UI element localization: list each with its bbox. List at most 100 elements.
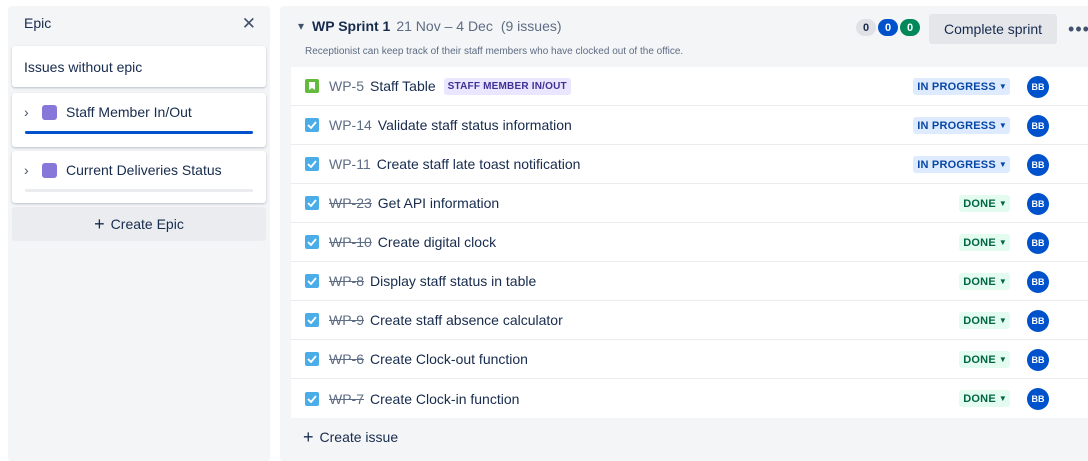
issue-row[interactable]: WP-14 Validate staff status information IN… [291, 106, 1088, 145]
issue-row[interactable]: WP-10 Create digital clock DONE ▼ BB [291, 223, 1088, 262]
issue-key[interactable]: WP-10 [329, 234, 372, 250]
task-checkbox-icon [305, 274, 319, 288]
todo-count-badge: 0 [856, 19, 876, 36]
chevron-right-icon[interactable]: › [24, 162, 32, 178]
done-count-badge: 0 [900, 19, 920, 36]
status-label: DONE [963, 236, 996, 249]
close-icon[interactable]: ✕ [242, 15, 256, 32]
issue-summary[interactable]: Staff Table [370, 78, 436, 94]
sprint-dates: 21 Nov – 4 Dec [396, 18, 493, 34]
assignee-avatar[interactable]: BB [1027, 76, 1049, 98]
task-checkbox-icon [305, 235, 319, 249]
issue-key[interactable]: WP-14 [329, 117, 372, 133]
status-dropdown[interactable]: DONE ▼ [959, 390, 1010, 407]
assignee-avatar[interactable]: BB [1027, 310, 1049, 332]
status-label: DONE [963, 197, 996, 210]
task-checkbox-icon [305, 157, 319, 171]
epic-progress-bar [25, 189, 253, 192]
issue-summary[interactable]: Validate staff status information [378, 117, 572, 133]
status-dropdown[interactable]: DONE ▼ [959, 234, 1010, 251]
epic-panel: Epic ✕ Issues without epic › Staff Membe… [8, 6, 270, 461]
issue-key[interactable]: WP-9 [329, 312, 364, 328]
story-icon [305, 79, 319, 93]
issues-without-epic[interactable]: Issues without epic [12, 46, 266, 87]
chevron-down-icon: ▼ [998, 277, 1007, 286]
epic-label-badge[interactable]: STAFF MEMBER IN/OUT [443, 77, 571, 95]
status-label: DONE [963, 392, 996, 405]
issue-summary[interactable]: Create staff late toast notification [377, 156, 581, 172]
chevron-down-icon: ▼ [998, 355, 1007, 364]
chevron-right-icon[interactable]: › [24, 104, 32, 120]
epic-panel-title: Epic [24, 15, 52, 31]
issue-key[interactable]: WP-5 [329, 78, 364, 94]
issue-summary[interactable]: Create staff absence calculator [370, 312, 563, 328]
create-issue-button[interactable]: + Create issue [303, 424, 398, 450]
sprint-header: ▾ WP Sprint 1 21 Nov – 4 Dec (9 issues) … [280, 6, 1088, 62]
issue-row[interactable]: WP-9 Create staff absence calculator DONE ▼… [291, 301, 1088, 340]
assignee-avatar[interactable]: BB [1027, 154, 1049, 176]
status-counts: 0 0 0 [856, 19, 922, 36]
assignee-avatar[interactable]: BB [1027, 115, 1049, 137]
chevron-down-icon: ▼ [998, 199, 1007, 208]
status-dropdown[interactable]: DONE ▼ [959, 195, 1010, 212]
epic-item-current-deliveries-status[interactable]: › Current Deliveries Status [12, 151, 266, 203]
plus-icon: + [303, 426, 314, 447]
status-dropdown[interactable]: DONE ▼ [959, 273, 1010, 290]
task-checkbox-icon [305, 391, 319, 406]
chevron-down-icon: ▼ [998, 316, 1007, 325]
chevron-down-icon: ▼ [998, 394, 1007, 403]
issue-summary[interactable]: Create digital clock [378, 234, 496, 250]
status-dropdown[interactable]: IN PROGRESS ▼ [913, 78, 1010, 95]
sprint-goal: Receptionist can keep track of their sta… [305, 46, 684, 57]
epic-item-staff-member-in-out[interactable]: › Staff Member In/Out [12, 93, 266, 147]
issue-row[interactable]: WP-23 Get API information DONE ▼ BB [291, 184, 1088, 223]
issue-key[interactable]: WP-11 [329, 156, 371, 172]
issue-summary[interactable]: Get API information [378, 195, 499, 211]
chevron-down-icon[interactable]: ▾ [298, 19, 304, 33]
issue-summary[interactable]: Create Clock-out function [370, 351, 528, 367]
create-issue-label: Create issue [319, 429, 399, 445]
status-dropdown[interactable]: DONE ▼ [959, 312, 1010, 329]
status-label: IN PROGRESS [917, 80, 996, 93]
epic-progress-bar [25, 131, 253, 134]
issue-key[interactable]: WP-8 [329, 273, 364, 289]
issue-row[interactable]: WP-8 Display staff status in table DONE ▼ BB [291, 262, 1088, 301]
create-epic-button[interactable]: + Create Epic [12, 207, 266, 241]
sprint-issue-count: (9 issues) [500, 18, 562, 34]
assignee-avatar[interactable]: BB [1027, 388, 1049, 410]
status-dropdown[interactable]: IN PROGRESS ▼ [913, 156, 1010, 173]
assignee-avatar[interactable]: BB [1027, 232, 1049, 254]
issue-key[interactable]: WP-7 [329, 391, 364, 407]
status-label: DONE [963, 275, 996, 288]
complete-sprint-button[interactable]: Complete sprint [929, 14, 1057, 44]
issue-summary[interactable]: Create Clock-in function [370, 391, 519, 407]
chevron-down-icon: ▼ [998, 82, 1007, 91]
epic-progress-fill [25, 131, 253, 134]
issue-key[interactable]: WP-23 [329, 195, 372, 211]
create-epic-label: Create Epic [110, 216, 184, 232]
issue-row[interactable]: WP-6 Create Clock-out function DONE ▼ BB [291, 340, 1088, 379]
task-checkbox-icon [305, 313, 319, 327]
status-dropdown[interactable]: DONE ▼ [959, 351, 1010, 368]
assignee-avatar[interactable]: BB [1027, 193, 1049, 215]
epic-name: Staff Member In/Out [66, 104, 192, 120]
epic-panel-header: Epic ✕ [8, 6, 270, 40]
status-label: DONE [963, 314, 996, 327]
assignee-avatar[interactable]: BB [1027, 271, 1049, 293]
issue-list: WP-5 Staff Table STAFF MEMBER IN/OUT IN PRO… [291, 67, 1088, 418]
chevron-down-icon: ▼ [998, 121, 1007, 130]
status-dropdown[interactable]: IN PROGRESS ▼ [913, 117, 1010, 134]
assignee-avatar[interactable]: BB [1027, 349, 1049, 371]
issue-summary[interactable]: Display staff status in table [370, 273, 536, 289]
more-actions-icon[interactable]: ••• [1064, 14, 1088, 44]
epic-color-swatch [42, 162, 57, 178]
issue-row[interactable]: WP-5 Staff Table STAFF MEMBER IN/OUT IN PRO… [291, 67, 1088, 106]
status-label: IN PROGRESS [917, 158, 996, 171]
plus-icon: + [94, 213, 105, 234]
chevron-down-icon: ▼ [998, 160, 1007, 169]
issue-row[interactable]: WP-7 Create Clock-in function DONE ▼ BB [291, 379, 1088, 418]
issue-row[interactable]: WP-11 Create staff late toast notificatio… [291, 145, 1088, 184]
chevron-down-icon: ▼ [998, 238, 1007, 247]
task-checkbox-icon [305, 352, 319, 366]
issue-key[interactable]: WP-6 [329, 351, 364, 367]
